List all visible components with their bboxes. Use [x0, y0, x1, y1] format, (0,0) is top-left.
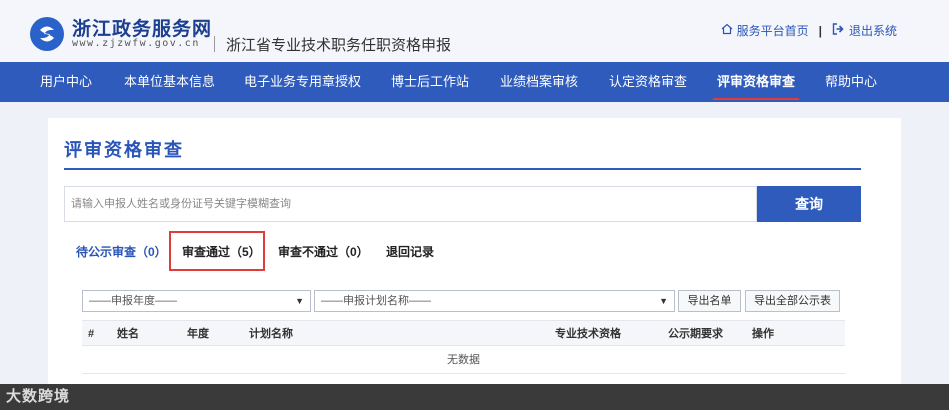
system-subtitle: 浙江省专业技术职务任职资格申报: [226, 37, 452, 54]
home-link[interactable]: 服务平台首页: [721, 22, 809, 39]
header: 浙江政务服务网 www.zjzwfw.gov.cn 浙江省专业技术职务任职资格申…: [0, 0, 949, 62]
logout-link-label: 退出系统: [848, 24, 897, 38]
brand-name: 浙江政务服务网: [72, 18, 213, 40]
table-header: # 姓名 年度 计划名称 专业技术资格 公示期要求 操作: [82, 320, 845, 346]
tab-rejected[interactable]: 审查不通过（0）: [278, 243, 369, 260]
export-all-button[interactable]: 导出全部公示表: [745, 290, 840, 312]
year-select[interactable]: ——申报年度—— ▼: [82, 290, 311, 312]
bottom-bar: [0, 384, 949, 410]
top-links: 服务平台首页 | 退出系统: [721, 22, 897, 39]
chevron-down-icon: ▼: [659, 296, 668, 306]
logo-icon: [30, 17, 64, 51]
nav-item-postdoc-station[interactable]: 博士后工作站: [391, 62, 469, 102]
tab-returned[interactable]: 退回记录: [386, 243, 434, 260]
column-header-publicity: 公示期要求: [668, 328, 723, 340]
home-link-label: 服务平台首页: [736, 24, 809, 38]
empty-table-message: 无数据: [82, 346, 845, 374]
home-icon: [721, 23, 733, 38]
chevron-down-icon: ▼: [295, 296, 304, 306]
nav-item-unit-info[interactable]: 本单位基本信息: [124, 62, 215, 102]
watermark-logo: 大数跨境: [6, 388, 71, 405]
plan-select-value: ——申报计划名称——: [321, 295, 431, 307]
year-select-value: ——申报年度——: [89, 295, 177, 307]
column-header-qualification: 专业技术资格: [555, 328, 621, 340]
nav-item-seal-authorization[interactable]: 电子业务专用章授权: [244, 62, 361, 102]
nav-item-performance-review[interactable]: 业绩档案审核: [500, 62, 578, 102]
logout-link[interactable]: 退出系统: [832, 22, 897, 39]
logout-icon: [832, 23, 845, 38]
tab-pending[interactable]: 待公示审查（0）: [76, 243, 167, 260]
column-header-index: #: [88, 328, 95, 340]
header-divider: [214, 36, 215, 52]
link-separator: |: [818, 23, 822, 38]
search-box: [64, 186, 757, 222]
search-input[interactable]: [65, 187, 756, 221]
tab-highlight-box: [169, 231, 265, 271]
title-underline: [64, 168, 861, 170]
nav-item-help-center[interactable]: 帮助中心: [825, 62, 877, 102]
column-header-name: 姓名: [117, 328, 139, 340]
nav-item-evaluation-review[interactable]: 评审资格审查: [712, 62, 800, 102]
search-button[interactable]: 查询: [757, 186, 861, 222]
page-title: 评审资格审查: [64, 140, 184, 160]
plan-select[interactable]: ——申报计划名称—— ▼: [314, 290, 675, 312]
brand-url: www.zjzwfw.gov.cn: [72, 38, 200, 49]
export-list-button[interactable]: 导出名单: [678, 290, 741, 312]
column-header-plan-name: 计划名称: [249, 328, 293, 340]
nav-item-certification-review[interactable]: 认定资格审查: [609, 62, 687, 102]
column-header-year: 年度: [187, 328, 209, 340]
nav-item-user-center[interactable]: 用户中心: [40, 62, 92, 102]
column-header-actions: 操作: [752, 328, 774, 340]
main-nav: 用户中心 本单位基本信息 电子业务专用章授权 博士后工作站 业绩档案审核 认定资…: [0, 62, 949, 102]
